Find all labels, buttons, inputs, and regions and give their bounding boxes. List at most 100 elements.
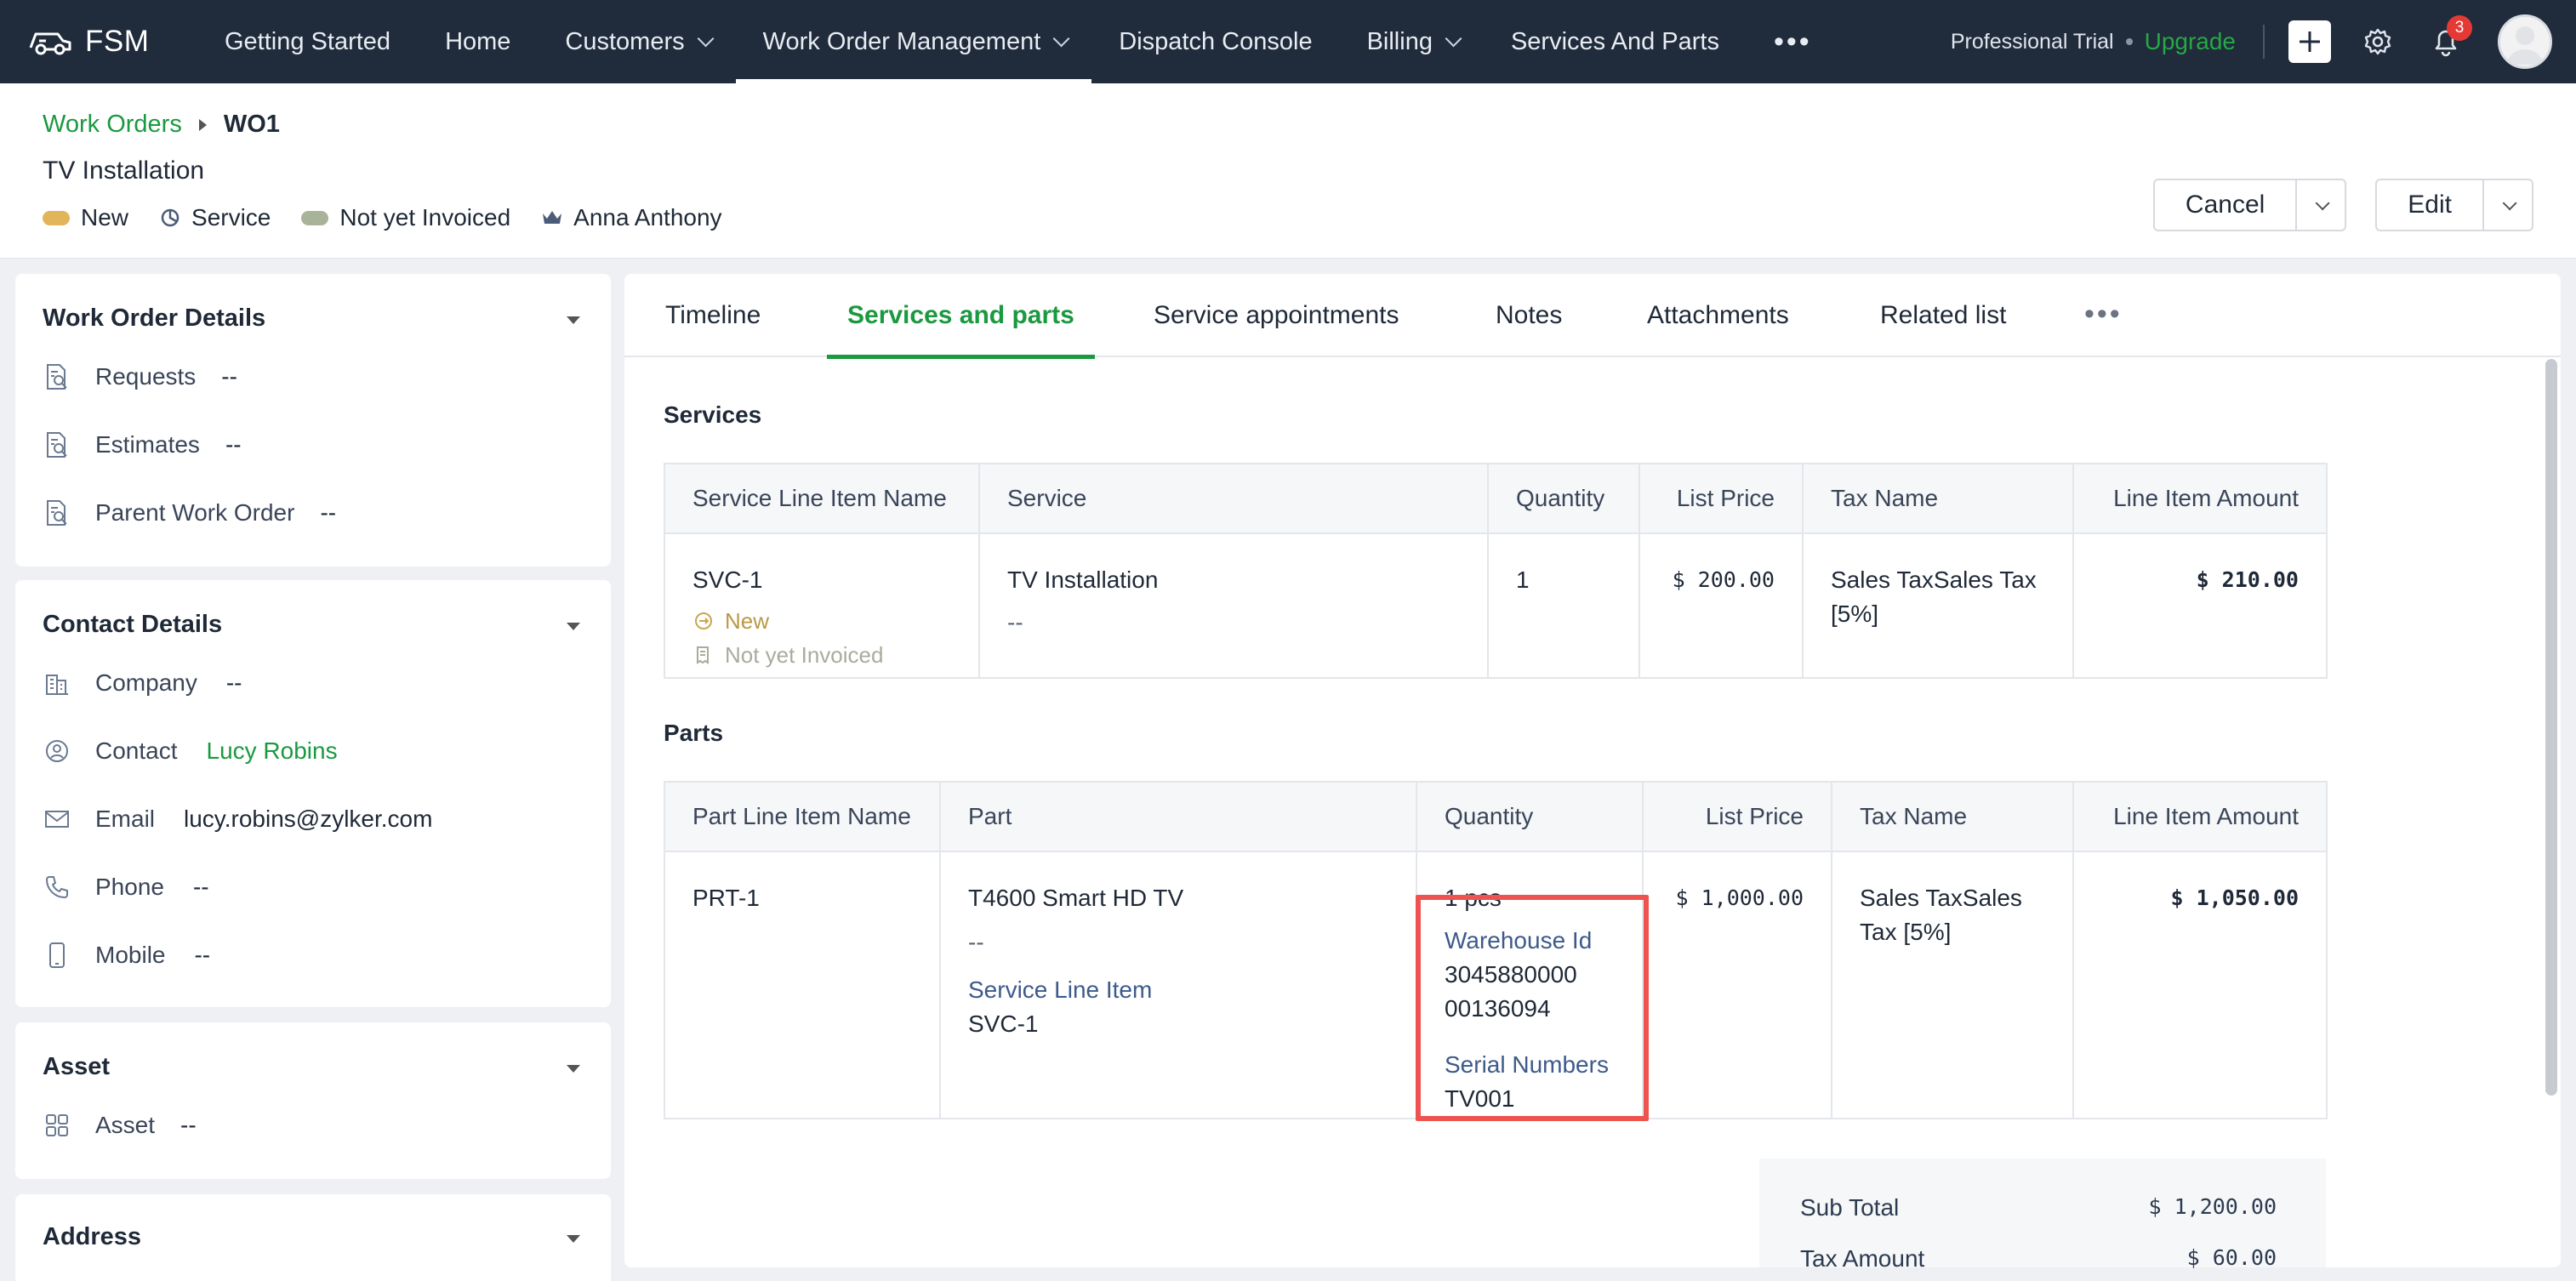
tab-service-appointments[interactable]: Service appointments	[1154, 274, 1399, 357]
row-label: Parent Work Order	[95, 499, 295, 526]
row-value: --	[225, 669, 242, 696]
nav-label: Customers	[565, 27, 685, 55]
part-sub-value: --	[968, 929, 984, 955]
tab-related-list[interactable]: Related list	[1880, 274, 2006, 357]
quantity-cell: 1	[1487, 533, 1640, 679]
nav-label: Work Order Management	[762, 27, 1041, 55]
fsm-logo-icon	[29, 32, 71, 55]
nav-label: Services And Parts	[1510, 27, 1719, 55]
email-value[interactable]: lucy.robins@zylker.com	[184, 806, 432, 833]
status-owner: Anna Anthony	[541, 204, 722, 231]
card-title: Contact Details	[43, 611, 223, 638]
row-value: --	[225, 431, 242, 458]
row-value: --	[194, 942, 211, 968]
vertical-scrollbar[interactable]	[2545, 359, 2557, 1096]
row-label: Mobile	[95, 942, 166, 968]
nav-dispatch-console[interactable]: Dispatch Console	[1091, 0, 1339, 83]
tab-timeline[interactable]: Timeline	[665, 274, 761, 357]
service-line-item-link[interactable]: SVC-1	[692, 563, 951, 597]
plus-icon	[2300, 31, 2320, 52]
nav-work-order-management[interactable]: Work Order Management	[735, 0, 1092, 83]
settings-button[interactable]	[2357, 20, 2399, 63]
tab-attachments[interactable]: Attachments	[1647, 274, 1789, 357]
nav-getting-started[interactable]: Getting Started	[197, 0, 418, 83]
table-header-row: Service Line Item Name Service Quantity …	[664, 463, 2328, 534]
nav-more-button[interactable]: •••	[1747, 0, 1839, 83]
service-type-icon	[161, 208, 180, 227]
line-item-amount-cell: $ 1,050.00	[2072, 851, 2328, 1119]
divider	[2263, 25, 2265, 59]
avatar[interactable]	[2498, 14, 2552, 69]
tab-bar: Timeline Services and parts Service appo…	[624, 274, 2561, 359]
request-doc-icon	[43, 362, 71, 391]
contact-link[interactable]: Lucy Robins	[207, 737, 338, 765]
cancel-dropdown-button[interactable]	[2297, 180, 2345, 230]
col-list-price: List Price	[1642, 781, 1832, 852]
tab-services-and-parts[interactable]: Services and parts	[827, 274, 1095, 359]
row-asset: Asset --	[43, 1111, 197, 1140]
sub-total-row: Sub Total $ 1,200.00	[1800, 1194, 2277, 1221]
notifications-button[interactable]: 3	[2425, 15, 2472, 63]
part-cell: T4600 Smart HD TV -- Service Line Item S…	[939, 851, 1417, 1119]
part-line-item-link[interactable]: PRT-1	[692, 881, 912, 915]
user-circle-icon	[43, 737, 71, 766]
edit-split-button: Edit	[2375, 179, 2533, 231]
service-invoice-label: Not yet Invoiced	[725, 642, 884, 668]
status-state: New	[43, 204, 128, 231]
breadcrumb-work-orders-link[interactable]: Work Orders	[43, 111, 182, 139]
cancel-split-button: Cancel	[2152, 179, 2347, 231]
tax-name-cell: Sales TaxSales Tax [5%]	[1831, 851, 2074, 1119]
col-tax-name: Tax Name	[1831, 781, 2074, 852]
status-owner-label: Anna Anthony	[573, 204, 722, 231]
col-part-line-item-name: Part Line Item Name	[664, 781, 941, 852]
collapse-caret-icon[interactable]	[567, 1235, 580, 1243]
service-name-cell: SVC-1 New Not yet Invoiced	[664, 533, 980, 679]
col-quantity: Quantity	[1416, 781, 1644, 852]
tabs-more-button[interactable]: •••	[2084, 298, 2123, 331]
collapse-caret-icon[interactable]	[567, 623, 580, 630]
tab-notes[interactable]: Notes	[1496, 274, 1562, 357]
card-title: Work Order Details	[43, 305, 266, 332]
service-cell: TV Installation --	[978, 533, 1489, 679]
tax-amount-value: $ 60.00	[2186, 1245, 2277, 1270]
collapse-caret-icon[interactable]	[567, 1065, 580, 1073]
nav-customers[interactable]: Customers	[538, 0, 735, 83]
row-label: Estimates	[95, 431, 200, 458]
address-card: Address	[15, 1194, 611, 1281]
status-cycle-icon	[692, 610, 715, 632]
service-value: TV Installation	[1007, 566, 1159, 593]
upgrade-link[interactable]: Upgrade	[2145, 28, 2236, 55]
row-contact: Contact Lucy Robins	[43, 737, 338, 766]
user-avatar-icon	[2507, 26, 2543, 65]
collapse-caret-icon[interactable]	[567, 316, 580, 324]
col-quantity: Quantity	[1487, 463, 1640, 534]
row-label: Asset	[95, 1112, 156, 1138]
cancel-button[interactable]: Cancel	[2155, 180, 2298, 230]
edit-dropdown-button[interactable]	[2484, 180, 2532, 230]
row-label: Contact	[95, 737, 178, 764]
main-menu: Getting Started Home Customers Work Orde…	[197, 0, 1839, 83]
services-table: Service Line Item Name Service Quantity …	[664, 463, 2328, 679]
col-service: Service	[978, 463, 1489, 534]
breadcrumb-current: WO1	[223, 111, 280, 138]
nav-services-and-parts[interactable]: Services And Parts	[1484, 0, 1747, 83]
phone-icon	[43, 873, 71, 902]
col-part: Part	[939, 781, 1417, 852]
nav-billing[interactable]: Billing	[1340, 0, 1484, 83]
sub-total-label: Sub Total	[1800, 1194, 1900, 1221]
page-title: TV Installation	[43, 157, 205, 185]
header-actions: Cancel Edit	[2124, 179, 2533, 231]
list-price-cell: $ 1,000.00	[1642, 851, 1832, 1119]
asset-card: Asset Asset --	[15, 1022, 611, 1179]
row-requests: Requests --	[43, 362, 237, 391]
services-section-title: Services	[664, 401, 762, 428]
parts-section-title: Parts	[664, 720, 724, 746]
row-mobile: Mobile --	[43, 941, 210, 970]
row-value: --	[320, 499, 337, 526]
brand[interactable]: FSM	[27, 22, 197, 61]
service-row-invoice: Not yet Invoiced	[692, 640, 951, 670]
edit-button[interactable]: Edit	[2377, 180, 2484, 230]
quick-create-button[interactable]	[2288, 20, 2331, 63]
tax-name-line2: Tax [5%]	[1860, 919, 1952, 945]
nav-home[interactable]: Home	[418, 0, 538, 83]
